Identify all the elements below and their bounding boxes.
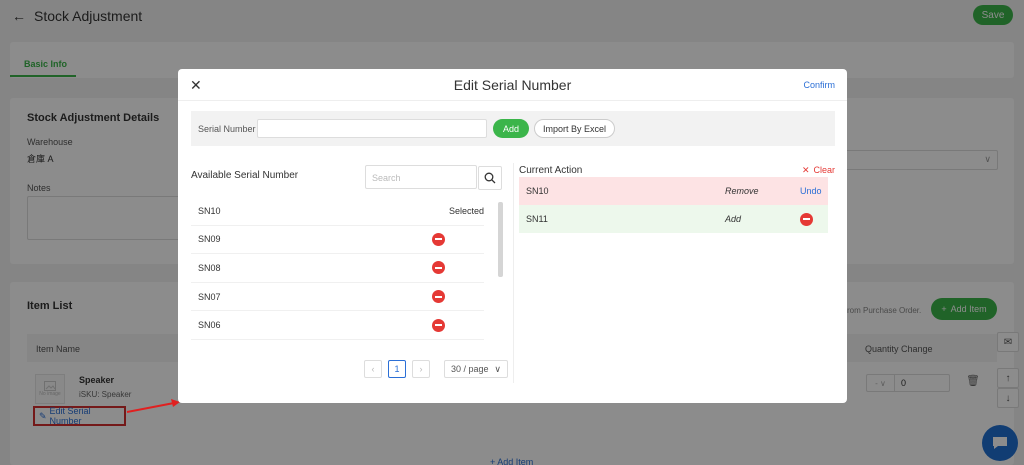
serial-list-item: SN08 [191,254,484,283]
edit-serial-number-modal: ✕ Edit Serial Number Confirm Serial Numb… [178,69,847,403]
page-size-select[interactable]: 30 / page ∨ [444,360,508,378]
clear-x-icon: ✕ [802,165,810,175]
action-row-remove: SN10 Remove Undo [519,177,828,205]
serial-number-text: SN10 [198,205,221,216]
chevron-down-icon: ∨ [494,363,501,374]
remove-icon[interactable] [432,318,445,332]
remove-icon[interactable] [432,290,445,304]
search-placeholder: Search [372,173,401,183]
serial-number-text: SN06 [198,320,221,331]
serial-list-item: SN06 [191,311,484,340]
import-by-excel-button[interactable]: Import By Excel [534,119,615,138]
serial-number-text: SN07 [198,291,221,302]
modal-divider [178,100,847,101]
panel-divider [513,163,514,383]
prev-page-icon[interactable]: ‹ [364,360,382,378]
action-type: Remove [725,186,759,196]
action-row-add: SN11 Add [519,205,828,233]
add-serial-button[interactable]: Add [493,119,529,138]
serial-list-item: SN10 Selected [191,197,484,226]
modal-title: Edit Serial Number [453,77,572,93]
serial-search-input[interactable]: Search [365,165,502,190]
serial-number-input[interactable] [257,119,487,138]
serial-number-label: Serial Number [198,124,256,134]
action-type: Add [725,214,742,224]
available-serial-title: Available Serial Number [191,170,299,181]
page-number-current[interactable]: 1 [388,360,406,378]
next-page-icon[interactable]: › [412,360,430,378]
serial-entry-bar: Serial Number Add Import By Excel [191,111,835,146]
action-serial: SN11 [526,214,548,224]
pagination: ‹ 1 › 30 / page ∨ [364,360,508,378]
clear-button[interactable]: ✕ Clear [802,165,835,176]
current-action-title: Current Action [519,165,583,176]
confirm-button[interactable]: Confirm [803,80,835,90]
remove-icon[interactable] [432,261,445,275]
serial-number-text: SN08 [198,262,221,273]
serial-number-text: SN09 [198,234,221,245]
action-serial: SN10 [526,186,549,196]
clear-label: Clear [813,165,836,175]
serial-list-item: SN09 [191,226,484,255]
undo-link[interactable]: Undo [800,186,822,196]
available-serial-list: SN10 Selected SN09 SN08 SN07 SN06 SN05 [191,197,497,347]
remove-icon[interactable] [432,232,445,246]
selected-label: Selected [448,205,484,216]
page-size-value: 30 / page [451,364,489,374]
serial-list-item: SN07 [191,283,484,312]
remove-icon[interactable] [800,212,813,226]
available-list-scrollbar[interactable] [498,202,503,277]
search-icon[interactable] [478,166,502,190]
serial-list-item: SN05 [191,340,484,347]
